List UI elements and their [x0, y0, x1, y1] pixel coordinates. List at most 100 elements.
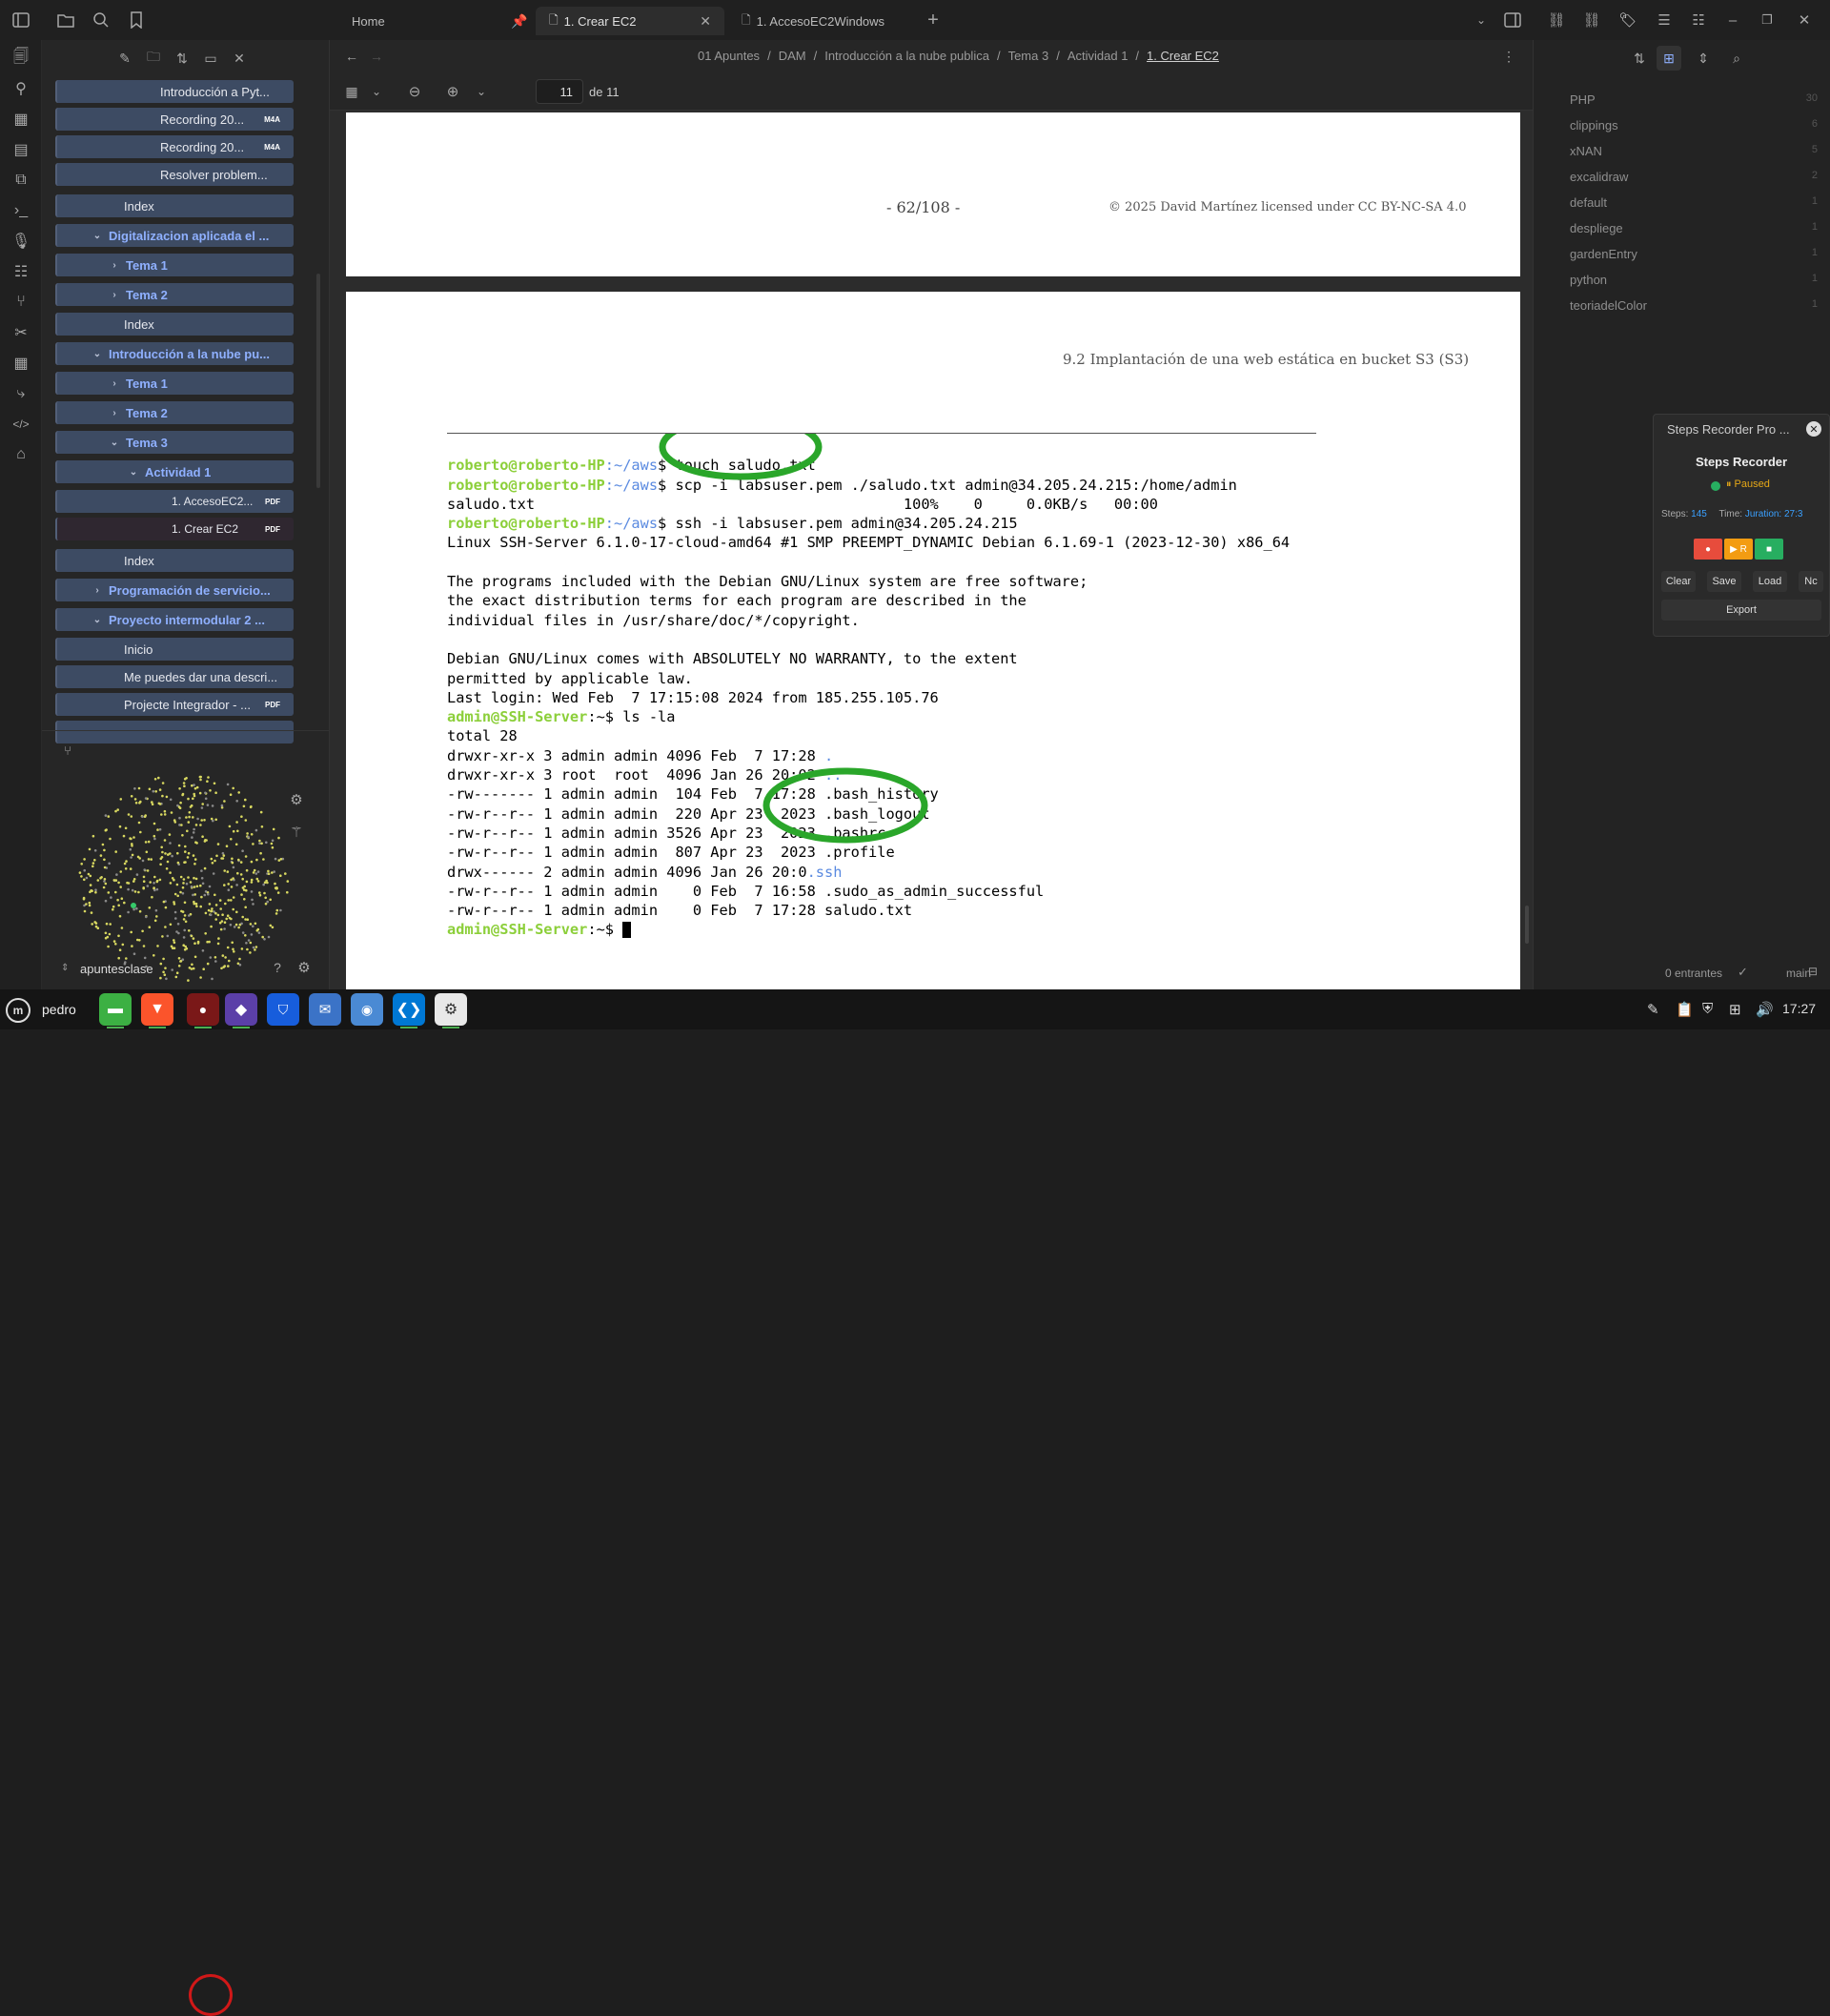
right-sidebar-toggle-icon[interactable] — [1502, 10, 1523, 31]
minimize-icon[interactable]: – — [1722, 10, 1743, 31]
pin-icon[interactable]: 📌 — [509, 10, 530, 31]
backlinks-count[interactable]: 0 entrantes — [1665, 967, 1722, 980]
tag-item[interactable]: PHP 30 — [1570, 92, 1818, 113]
gear-icon[interactable]: ⚙ — [286, 789, 307, 810]
breadcrumb-item[interactable]: 01 Apuntes — [698, 49, 760, 63]
graph-view[interactable] — [74, 764, 294, 993]
collapse-icon[interactable]: ⇕ — [1693, 48, 1714, 69]
tree-file[interactable]: Inicio — [55, 638, 294, 661]
screenshot-app-icon[interactable]: ◉ — [351, 993, 383, 1026]
scrollbar[interactable] — [1525, 906, 1529, 944]
canvas-icon[interactable]: ▦ — [10, 109, 31, 130]
chevron-down-icon[interactable]: ⌄ — [366, 81, 387, 102]
chevron-down-icon[interactable]: ⌄ — [1471, 10, 1492, 31]
branch-icon[interactable]: ⤷ — [10, 383, 31, 404]
clock[interactable]: 17:27 — [1782, 1001, 1816, 1016]
tags-icon[interactable]: 🏷 — [1617, 10, 1638, 31]
tree-folder[interactable]: ⌄ Digitalizacion aplicada el ... — [55, 224, 294, 247]
settings-app-icon[interactable]: ⚙ — [435, 993, 467, 1028]
thumbnails-icon[interactable]: ▦ — [341, 81, 362, 102]
clear-button[interactable]: Clear — [1661, 571, 1696, 592]
graph-view-icon[interactable]: ⑂ — [57, 740, 78, 761]
tree-folder[interactable]: ⌄ Introducción a la nube pu... — [55, 342, 294, 365]
breadcrumb-current[interactable]: 1. Crear EC2 — [1147, 49, 1219, 63]
search-icon[interactable] — [91, 10, 112, 31]
close-all-icon[interactable]: ✕ — [229, 48, 250, 69]
home-icon[interactable]: ⌂ — [10, 444, 31, 465]
network-icon[interactable]: ⊞ — [1729, 1001, 1741, 1018]
obsidian-app-icon[interactable]: ◆ — [225, 993, 257, 1028]
tree-file[interactable]: Index — [55, 549, 294, 572]
tools-icon[interactable]: ✂ — [10, 322, 31, 343]
tree-view-icon[interactable]: ⊞ — [1657, 46, 1681, 71]
wand-icon[interactable]: ⚚ — [286, 822, 307, 843]
terminal-icon[interactable]: ›_ — [10, 200, 31, 221]
tree-file[interactable]: Recording 20... M4A — [55, 108, 294, 131]
user-name[interactable]: pedro — [42, 1002, 76, 1017]
sidebar-toggle-icon[interactable] — [10, 10, 31, 31]
tree-folder[interactable]: › Programación de servicio... — [55, 579, 294, 601]
breadcrumb-item[interactable]: DAM — [779, 49, 806, 63]
more-options-icon[interactable]: ⋮ — [1498, 46, 1519, 67]
new-note-icon[interactable]: ✎ — [114, 48, 135, 69]
tree-file[interactable]: Projecte Integrador - ... PDF — [55, 693, 294, 716]
tag-item[interactable]: teoriadelColor 1 — [1570, 298, 1818, 319]
tree-folder[interactable]: › Tema 2 — [55, 401, 294, 424]
volume-icon[interactable]: 🔊 — [1756, 1001, 1774, 1018]
tree-folder[interactable]: ⌄ Actividad 1 — [55, 460, 294, 483]
page-number-input[interactable]: 11 — [536, 79, 583, 104]
close-icon[interactable]: ✕ — [700, 13, 711, 30]
files-app-icon[interactable]: ▬ — [99, 993, 132, 1028]
tree-folder[interactable]: › Tema 2 — [55, 283, 294, 306]
tab-acceso-ec2-windows[interactable]: 🗋 1. AccesoEC2Windows — [728, 7, 919, 35]
sort-icon[interactable]: ⇅ — [1629, 48, 1650, 69]
tree-file[interactable]: Index — [55, 194, 294, 217]
stop-button[interactable]: ■ — [1755, 539, 1783, 560]
tree-folder[interactable]: ⌄ Proyecto intermodular 2 ... — [55, 608, 294, 631]
tag-item[interactable]: gardenEntry 1 — [1570, 247, 1818, 268]
tree-file[interactable]: Index — [55, 313, 294, 336]
code-icon[interactable]: </> — [10, 414, 31, 435]
templates-icon[interactable]: ⧉ — [10, 170, 31, 191]
vscode-icon[interactable]: ❮❯ — [393, 993, 425, 1028]
list-icon[interactable]: ☰ — [1654, 10, 1675, 31]
collapse-icon[interactable]: ▭ — [200, 48, 221, 69]
tag-item[interactable]: python 1 — [1570, 273, 1818, 294]
mint-menu-icon[interactable]: m — [6, 998, 30, 1023]
tree-file[interactable]: Recording 20... M4A — [55, 135, 294, 158]
tree-folder[interactable]: › Tema 1 — [55, 254, 294, 276]
breadcrumb-item[interactable]: Tema 3 — [1008, 49, 1049, 63]
help-icon[interactable]: ? — [267, 957, 288, 978]
new-folder-icon[interactable]: 🗀 — [143, 48, 164, 69]
mail-app-icon[interactable]: ✉ — [309, 993, 341, 1026]
kanban-icon[interactable]: ☷ — [10, 261, 31, 282]
tab-home[interactable]: Home — [338, 7, 529, 35]
recorder-app-icon[interactable]: ● — [187, 993, 219, 1028]
tag-item[interactable]: excalidraw 2 — [1570, 170, 1818, 191]
bitwarden-icon[interactable]: ⛉ — [267, 993, 299, 1026]
graph-icon[interactable]: ⚲ — [10, 78, 31, 99]
sort-icon[interactable]: ⇅ — [172, 48, 193, 69]
tree-file[interactable]: Me puedes dar una descri... — [55, 665, 294, 688]
tab-crear-ec2[interactable]: 🗋 1. Crear EC2 ✕ — [536, 7, 724, 35]
tag-item[interactable]: despliege 1 — [1570, 221, 1818, 242]
tree-file[interactable]: Introducción a Pyt... — [55, 80, 294, 103]
save-button[interactable]: Save — [1707, 571, 1741, 592]
steps-recorder-titlebar[interactable]: Steps Recorder Pro ... — [1654, 415, 1829, 443]
brave-browser-icon[interactable]: ▼ — [141, 993, 173, 1028]
close-icon[interactable]: ✕ — [1806, 421, 1821, 437]
tree-file[interactable] — [55, 721, 294, 743]
tree-file[interactable]: 1. AccesoEC2... PDF — [55, 490, 294, 513]
clipboard-icon[interactable]: 📋 — [1676, 1001, 1694, 1018]
calendar-icon[interactable]: ▤ — [10, 139, 31, 160]
more-button[interactable]: Nc — [1799, 571, 1823, 592]
tree-folder[interactable]: ⌄ Tema 3 — [55, 431, 294, 454]
export-button[interactable]: Export — [1661, 600, 1821, 621]
tree-folder[interactable]: › Tema 1 — [55, 372, 294, 395]
files-icon[interactable]: 🗐 — [10, 48, 31, 69]
tree-file[interactable]: Resolver problem... — [55, 163, 294, 186]
zoom-out-icon[interactable]: ⊖ — [404, 81, 425, 102]
tree-file-active[interactable]: 1. Crear EC2 PDF — [55, 518, 294, 540]
breadcrumb-item[interactable]: Actividad 1 — [1068, 49, 1128, 63]
tag-item[interactable]: xNAN 5 — [1570, 144, 1818, 165]
